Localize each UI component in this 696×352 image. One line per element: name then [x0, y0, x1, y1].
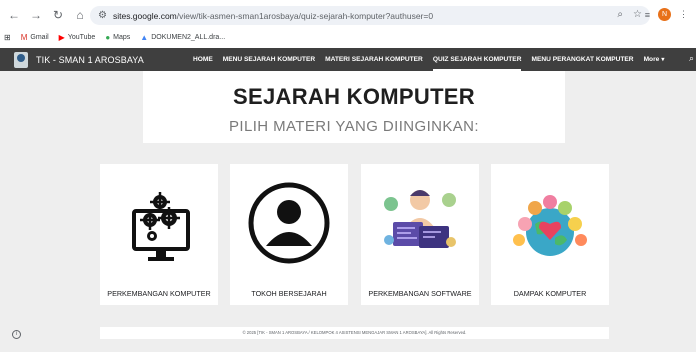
nav-more-label: More	[643, 56, 660, 63]
bookmarks-bar: ⊞ M Gmail ▶ YouTube ● Maps ▲ DOKUMEN2_ALL.dr…	[0, 30, 696, 45]
bookmark-drive[interactable]: ▲ DOKUMEN2_ALL.dra...	[140, 33, 225, 42]
nav-menu-sejarah-komputer[interactable]: MENU SEJARAH KOMPUTER	[223, 48, 315, 71]
computer-gears-icon	[132, 192, 190, 261]
bookmark-label: Gmail	[30, 34, 49, 41]
nav-menu-perangkat-komputer[interactable]: MENU PERANGKAT KOMPUTER	[531, 48, 633, 71]
media-control-icon[interactable]: ≡	[645, 10, 650, 20]
page-title: SEJARAH KOMPUTER	[233, 84, 475, 109]
maps-icon: ●	[105, 33, 111, 42]
site-footer: © 2025 [TIK - SMAN 1 AROSBAYA / KELOMPOK…	[100, 327, 609, 339]
url-path: /view/tik-asmen-sman1arosbaya/quiz-sejar…	[176, 10, 434, 21]
person-icon	[248, 182, 330, 264]
profile-avatar[interactable]: N	[658, 8, 671, 21]
bookmark-star-icon[interactable]: ☆	[633, 9, 642, 20]
back-icon[interactable]: ←	[6, 7, 22, 23]
home-icon[interactable]: ⌂	[72, 7, 88, 23]
card-tokoh-bersejarah[interactable]: TOKOH BERSEJARAH	[230, 164, 348, 305]
nav-more[interactable]: More ▾	[644, 48, 665, 71]
menu-kebab-icon[interactable]: ⋮	[679, 9, 688, 20]
page-content: SEJARAH KOMPUTER PILIH MATERI YANG DIING…	[0, 71, 696, 352]
gmail-icon: M	[20, 33, 28, 42]
site-nav: HOME MENU SEJARAH KOMPUTER MATERI SEJARA…	[193, 48, 674, 71]
address-bar[interactable]: ⚙ sites.google.com/view/tik-asmen-sman1a…	[90, 6, 650, 25]
globe-people-heart-icon	[513, 195, 587, 256]
site-header: TIK - SMAN 1 AROSBAYA HOME MENU SEJARAH …	[0, 48, 696, 71]
forward-icon[interactable]: →	[28, 7, 44, 23]
address-bar-actions: ⌕ ☆	[617, 9, 642, 20]
card-label: DAMPAK KOMPUTER	[513, 289, 587, 298]
school-logo[interactable]	[14, 51, 28, 68]
browser-toolbar: ← → ↻ ⌂ ⚙ sites.google.com/view/tik-asme…	[0, 0, 696, 30]
youtube-icon: ▶	[58, 33, 65, 42]
nav-quiz-sejarah-komputer[interactable]: QUIZ SEJARAH KOMPUTER	[432, 48, 521, 71]
search-icon[interactable]: ⌕	[689, 53, 694, 64]
page-subtitle: PILIH MATERI YANG DIINGINKAN:	[229, 118, 479, 135]
browser-nav-buttons: ← → ↻ ⌂	[6, 7, 88, 23]
site-title[interactable]: TIK - SMAN 1 AROSBAYA	[36, 55, 144, 65]
bookmark-label: DOKUMEN2_ALL.dra...	[151, 34, 226, 41]
card-perkembangan-software[interactable]: PERKEMBANGAN SOFTWARE	[361, 164, 479, 305]
bookmark-gmail[interactable]: M Gmail	[21, 33, 49, 42]
card-label: TOKOH BERSEJARAH	[251, 289, 327, 298]
browser-right-tools: ≡ N ⋮	[645, 8, 688, 21]
bookmark-youtube[interactable]: ▶ YouTube	[59, 33, 96, 42]
chevron-down-icon: ▾	[661, 57, 665, 63]
reload-icon[interactable]: ↻	[50, 7, 66, 23]
drive-icon: ▲	[140, 33, 149, 42]
zoom-icon[interactable]: ⌕	[617, 9, 623, 20]
nav-home[interactable]: HOME	[193, 48, 213, 71]
site-info-icon[interactable]: ⚙	[98, 10, 107, 21]
nav-materi-sejarah-komputer[interactable]: MATERI SEJARAH KOMPUTER	[325, 48, 423, 71]
title-section: SEJARAH KOMPUTER PILIH MATERI YANG DIING…	[143, 71, 565, 143]
card-dampak-komputer[interactable]: DAMPAK KOMPUTER	[491, 164, 609, 305]
card-perkembangan-komputer[interactable]: PERKEMBANGAN KOMPUTER	[100, 164, 218, 305]
software-developer-icon	[384, 190, 456, 248]
url-text[interactable]: sites.google.com/view/tik-asmen-sman1aro…	[113, 11, 433, 21]
bookmark-label: YouTube	[67, 34, 96, 41]
url-host: sites.google.com	[112, 10, 177, 21]
bookmark-maps[interactable]: ● Maps	[105, 33, 130, 42]
card-label: PERKEMBANGAN SOFTWARE	[368, 289, 472, 298]
apps-grid-icon[interactable]: ⊞	[4, 33, 11, 42]
bookmark-label: Maps	[113, 34, 131, 41]
card-label: PERKEMBANGAN KOMPUTER	[107, 289, 211, 298]
info-icon[interactable]: i	[12, 330, 21, 339]
